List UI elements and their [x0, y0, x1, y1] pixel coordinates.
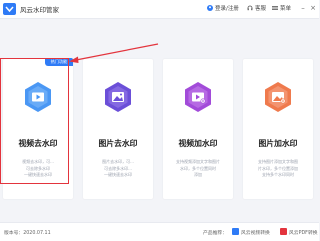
close-button[interactable]: × — [308, 3, 318, 13]
minimize-button[interactable]: – — [298, 3, 308, 13]
image-remove-watermark-icon — [105, 82, 131, 112]
card-description: 图片去水印，可... 可去除多水印... 一键快速去水印 — [102, 159, 134, 177]
product-link-video-convert[interactable]: 风云视频转换 — [241, 229, 270, 236]
app-title: 风云水印管家 — [20, 6, 59, 14]
customer-service-label: 客服 — [255, 6, 267, 12]
title-bar: 风云水印管家 登录/注册 客服 菜单 – × — [0, 0, 319, 19]
menu-label: 菜单 — [280, 6, 292, 12]
card-title: 视频加水印 — [178, 139, 218, 148]
product-link-pdf-convert[interactable]: 风云PDF转换 — [289, 229, 318, 236]
card-title: 图片加水印 — [258, 139, 298, 148]
app-logo-icon — [3, 3, 16, 15]
menu-button[interactable]: 菜单 — [272, 4, 291, 12]
card-video-add-watermark[interactable]: 视频加水印 支持视频添加文字和图片 水印，多个位置同时 添加 — [163, 59, 233, 199]
video-add-watermark-icon — [185, 82, 211, 112]
login-register-label: 登录/注册 — [215, 6, 239, 12]
card-description: 支持视频添加文字和图片 水印，多个位置同时 添加 — [176, 159, 220, 177]
headset-icon — [247, 5, 253, 11]
footer-bar: 版本号：2020.07.11 产品推荐： 风云视频转换 风云PDF转换 — [0, 222, 319, 241]
video-convert-app-icon — [232, 228, 239, 235]
menu-icon — [272, 6, 278, 10]
card-description: 支持图片添加文字和图 片水印，多个位置添加 支持多个水印同时 — [258, 159, 298, 177]
card-image-add-watermark[interactable]: 图片加水印 支持图片添加文字和图 片水印，多个位置添加 支持多个水印同时 — [243, 59, 313, 199]
user-icon — [207, 5, 213, 11]
login-register-link[interactable]: 登录/注册 — [207, 4, 239, 12]
image-add-watermark-icon — [265, 82, 291, 112]
card-image-remove-watermark[interactable]: 图片去水印 图片去水印，可... 可去除多水印... 一键快速去水印 — [83, 59, 153, 199]
highlight-box — [0, 58, 69, 184]
pdf-convert-app-icon — [280, 228, 287, 235]
product-recommend-label: 产品推荐： — [203, 231, 227, 236]
version-text: 版本号：2020.07.11 — [4, 231, 51, 236]
card-title: 图片去水印 — [98, 139, 138, 148]
customer-service-button[interactable]: 客服 — [247, 4, 266, 12]
